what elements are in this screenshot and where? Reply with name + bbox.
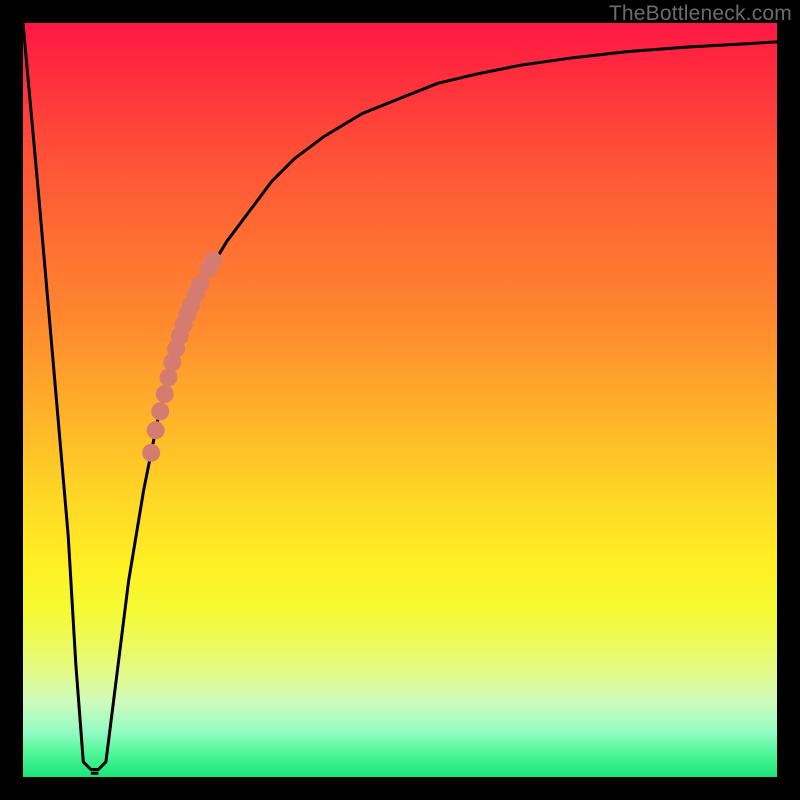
plot-area bbox=[23, 23, 777, 777]
highlight-marker bbox=[160, 368, 178, 386]
highlight-marker bbox=[151, 402, 169, 420]
highlight-marker bbox=[204, 252, 222, 270]
highlight-marker bbox=[156, 385, 174, 403]
chart-svg bbox=[23, 23, 777, 777]
bottleneck-curve bbox=[23, 23, 777, 770]
highlight-marker bbox=[142, 444, 160, 462]
highlight-marker bbox=[191, 275, 209, 293]
watermark-text: TheBottleneck.com bbox=[609, 2, 792, 26]
highlight-markers bbox=[142, 252, 222, 462]
chart-frame: TheBottleneck.com bbox=[0, 0, 800, 800]
highlight-marker bbox=[147, 421, 165, 439]
